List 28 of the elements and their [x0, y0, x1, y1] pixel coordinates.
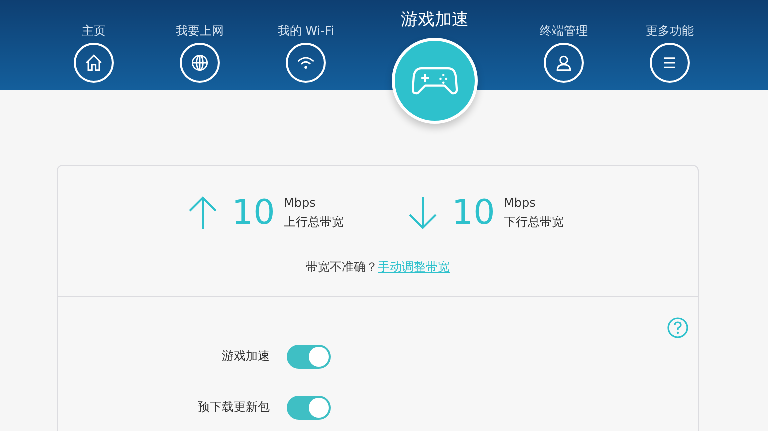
gamepad-icon	[412, 65, 458, 97]
nav-label: 我要上网	[176, 23, 224, 39]
down-arrow-icon	[408, 196, 438, 230]
bandwidth-label: 上行总带宽	[284, 214, 344, 231]
nav-menu-button[interactable]	[650, 43, 690, 83]
hint-text: 带宽不准确？	[306, 260, 378, 274]
bandwidth-label: 下行总带宽	[504, 214, 564, 231]
nav-label: 更多功能	[646, 23, 694, 39]
toggle-switch[interactable]	[287, 344, 331, 368]
nav-globe-button[interactable]	[180, 43, 220, 83]
bandwidth-value: 10	[452, 193, 496, 233]
toggle-switch[interactable]	[287, 396, 331, 420]
adjust-bandwidth-link[interactable]: 手动调整带宽	[378, 260, 450, 274]
nav-label: 主页	[82, 23, 106, 39]
unit-label: Mbps	[504, 195, 537, 212]
setting-label: 预下载更新包	[197, 399, 270, 416]
up-arrow-icon	[188, 196, 218, 230]
setting-label: 游戏加速	[221, 348, 270, 365]
nav-label: 我的 Wi-Fi	[278, 23, 334, 39]
globe-icon	[189, 52, 211, 74]
bandwidth-value: 10	[232, 193, 276, 233]
nav-label: 游戏加速	[401, 9, 469, 32]
nav-user-button[interactable]	[544, 43, 584, 83]
unit-label: Mbps	[284, 195, 317, 212]
nav-label: 终端管理	[540, 23, 588, 39]
nav-gamepad-button[interactable]	[392, 38, 478, 124]
nav-wifi-button[interactable]	[286, 43, 326, 83]
nav-home-button[interactable]	[74, 43, 114, 83]
